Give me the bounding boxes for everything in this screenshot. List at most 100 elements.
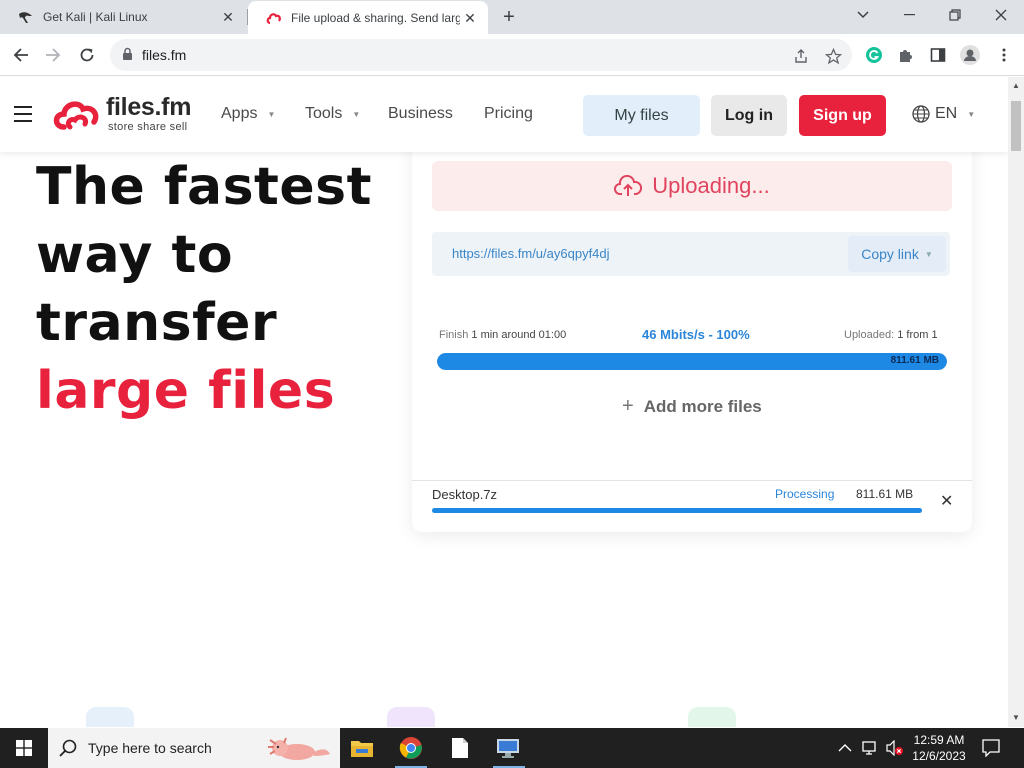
reload-icon[interactable] — [74, 42, 100, 68]
remove-file-icon[interactable]: ✕ — [940, 491, 953, 511]
nav-label: Pricing — [484, 105, 533, 122]
clock-date: 12/6/2023 — [912, 749, 966, 763]
bookmark-star-icon[interactable] — [824, 47, 842, 65]
share-link-box: https://files.fm/u/ay6qpyf4dj Copy link … — [432, 232, 950, 276]
back-icon[interactable] — [8, 42, 34, 68]
forward-icon[interactable] — [40, 42, 66, 68]
sign-up-button[interactable]: Sign up — [799, 95, 886, 136]
uploaded-value: 1 from 1 — [897, 329, 938, 341]
copy-link-button[interactable]: Copy link ▼ — [848, 236, 946, 272]
tab-title: File upload & sharing. Send larg — [291, 11, 460, 25]
log-in-button[interactable]: Log in — [711, 95, 787, 136]
my-files-button[interactable]: My files — [583, 95, 700, 136]
finish-label: Finish — [439, 329, 469, 341]
show-hidden-icons-icon[interactable] — [838, 728, 852, 768]
file-size: 811.61 MB — [856, 487, 914, 501]
axolotl-search-highlight-icon — [268, 737, 330, 760]
caret-down-icon: ▼ — [267, 109, 276, 119]
tab-close-icon[interactable]: ✕ — [460, 8, 480, 28]
clock-time: 12:59 AM — [913, 733, 965, 747]
minimize-icon[interactable] — [886, 0, 932, 30]
tab-search-icon[interactable] — [840, 0, 886, 30]
divider — [412, 480, 972, 481]
chrome-menu-icon[interactable] — [994, 45, 1014, 65]
uploaded-count: Uploaded: 1 from 1 — [844, 329, 938, 341]
system-clock[interactable]: 12:59 AM 12/6/2023 — [908, 732, 970, 764]
file-progress-bar — [432, 508, 922, 513]
network-icon[interactable] — [862, 728, 880, 768]
page-viewport: files.fm store share sell Apps ▼ Tools ▼ B… — [0, 77, 1008, 727]
plus-icon: + — [622, 395, 634, 417]
sell-feature-icon — [688, 707, 736, 727]
files-fm-logo[interactable]: files.fm store share sell — [52, 93, 202, 133]
notification-center-icon[interactable] — [982, 728, 1000, 768]
kali-dragon-icon — [18, 9, 34, 25]
hero-line: The fastest — [36, 157, 372, 217]
site-header: files.fm store share sell Apps ▼ Tools ▼ B… — [0, 77, 1008, 152]
side-panel-icon[interactable] — [928, 45, 948, 65]
globe-icon — [912, 105, 930, 123]
add-more-files-button[interactable]: + Add more files — [622, 395, 762, 418]
profile-avatar-icon[interactable] — [960, 45, 980, 65]
restore-icon[interactable] — [932, 0, 978, 30]
chrome-taskbar-icon[interactable] — [387, 728, 435, 768]
lock-icon[interactable] — [122, 47, 133, 66]
logo-cloud-icon — [53, 101, 99, 130]
hero-headline: The fastest way to transfer large files — [36, 153, 372, 425]
share-icon[interactable] — [792, 47, 810, 65]
language-label: EN — [935, 105, 958, 122]
language-selector[interactable]: EN ▼ — [912, 105, 975, 123]
scrollbar-thumb[interactable] — [1011, 101, 1021, 151]
tab-close-icon[interactable]: ✕ — [218, 7, 238, 27]
scroll-up-icon[interactable]: ▲ — [1012, 81, 1020, 90]
scroll-down-icon[interactable]: ▼ — [1012, 713, 1020, 722]
tab-files-fm[interactable]: File upload & sharing. Send larg ✕ — [248, 1, 488, 35]
search-placeholder: Type here to search — [88, 740, 212, 756]
finish-value: 1 min around 01:00 — [471, 329, 567, 341]
browser-toolbar: files.fm — [0, 34, 1024, 76]
finish-estimate: Finish 1 min around 01:00 — [439, 329, 566, 341]
add-more-label: Add more files — [643, 396, 762, 416]
windows-start-icon[interactable] — [0, 728, 48, 768]
url-text[interactable]: files.fm — [142, 47, 186, 63]
logo-tagline: store share sell — [108, 121, 188, 133]
tab-get-kali[interactable]: Get Kali | Kali Linux ✕ — [0, 0, 246, 34]
upload-card: Uploading... https://files.fm/u/ay6qpyf4… — [412, 137, 972, 532]
total-progress-bar: 811.61 MB — [437, 353, 947, 370]
page-scrollbar[interactable]: ▲ ▼ — [1008, 77, 1024, 727]
windows-taskbar: Type here to search 12:59 AM 12/6/2023 — [0, 728, 1024, 768]
file-progress-fill — [432, 508, 922, 513]
hero-line-highlight: large files — [36, 361, 336, 421]
extensions-puzzle-icon[interactable] — [896, 45, 916, 65]
close-window-icon[interactable] — [978, 0, 1024, 30]
notepad-taskbar-icon[interactable] — [436, 728, 484, 768]
search-icon — [58, 738, 78, 763]
hero-line: transfer — [36, 293, 278, 353]
new-tab-icon[interactable]: + — [498, 6, 520, 28]
copy-link-label: Copy link — [861, 246, 919, 262]
taskbar-search-box[interactable]: Type here to search — [48, 728, 340, 768]
nav-tools[interactable]: Tools ▼ — [305, 105, 360, 123]
caret-down-icon: ▼ — [352, 109, 361, 119]
volume-muted-icon[interactable] — [886, 728, 904, 768]
total-progress-fill — [437, 353, 947, 370]
tab-title: Get Kali | Kali Linux — [43, 10, 148, 24]
remote-desktop-taskbar-icon[interactable] — [485, 728, 533, 768]
nav-pricing[interactable]: Pricing — [484, 105, 533, 123]
hero-line: way to — [36, 225, 234, 285]
store-feature-icon — [86, 707, 134, 727]
nav-apps[interactable]: Apps ▼ — [221, 105, 275, 123]
hamburger-menu-icon[interactable] — [14, 106, 32, 122]
logo-wordmark: files.fm — [106, 93, 192, 121]
caret-down-icon: ▼ — [924, 249, 933, 259]
address-bar[interactable]: files.fm — [110, 39, 852, 71]
file-explorer-taskbar-icon[interactable] — [338, 728, 386, 768]
grammarly-extension-icon[interactable] — [864, 45, 884, 65]
upload-status-text: Uploading... — [652, 173, 770, 198]
cloud-upload-icon — [614, 175, 643, 197]
file-name: Desktop.7z — [432, 487, 498, 502]
share-link[interactable]: https://files.fm/u/ay6qpyf4dj — [452, 246, 610, 261]
nav-business[interactable]: Business — [388, 105, 453, 123]
uploaded-label: Uploaded: — [844, 329, 895, 341]
files-fm-favicon-icon — [266, 10, 282, 26]
